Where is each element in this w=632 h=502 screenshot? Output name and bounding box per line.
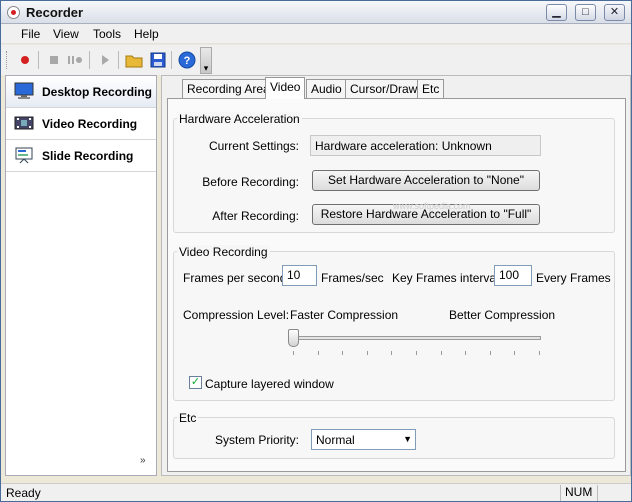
monitor-icon (14, 82, 34, 100)
system-priority-select[interactable]: Normal ▼ (311, 429, 416, 450)
keyframe-input[interactable]: 100 (494, 265, 532, 286)
toolbar-overflow-chevron-icon[interactable]: ▾ (200, 47, 212, 74)
maximize-button[interactable]: □ (575, 4, 596, 21)
save-icon[interactable] (149, 51, 167, 69)
after-recording-label: After Recording: (212, 209, 299, 223)
menu-file[interactable]: File (21, 27, 40, 41)
sidebar-item-label: Video Recording (42, 117, 138, 131)
title-bar: Recorder ▁ □ ✕ (1, 1, 631, 24)
video-recording-title: Video Recording (177, 245, 270, 259)
film-icon (14, 114, 34, 132)
sidebar-item-label: Slide Recording (42, 149, 134, 163)
etc-title: Etc (177, 411, 199, 425)
pause-icon[interactable] (65, 51, 83, 69)
tab-cursor-draw[interactable]: Cursor/Draw (345, 79, 423, 98)
toolbar-separator (89, 51, 90, 69)
slider-tick (391, 351, 393, 355)
close-button[interactable]: ✕ (604, 4, 625, 21)
current-settings-label: Current Settings: (208, 139, 299, 153)
set-acceleration-none-button[interactable]: Set Hardware Acceleration to "None" (312, 170, 540, 191)
open-folder-icon[interactable] (125, 51, 143, 69)
tab-video[interactable]: Video (265, 77, 306, 99)
status-bar: Ready NUM (1, 483, 631, 501)
window-title: Recorder (26, 5, 84, 20)
slider-tick (293, 351, 294, 355)
capture-layered-checkbox[interactable]: ✓ (189, 376, 202, 389)
sidebar-item-slide-recording[interactable]: Slide Recording (6, 140, 156, 172)
watermark: www.softpedia.com (393, 201, 471, 211)
slider-tick (440, 351, 442, 355)
sidebar-item-video-recording[interactable]: Video Recording (6, 108, 156, 140)
sidebar-item-label: Desktop Recording (42, 85, 153, 99)
record-icon[interactable] (16, 51, 34, 69)
better-compression-label: Better Compression (449, 308, 556, 322)
compression-level-label: Compression Level: (183, 308, 290, 322)
chevron-down-icon: ▼ (403, 434, 412, 444)
status-num: NUM (560, 485, 596, 501)
menu-tools[interactable]: Tools (93, 27, 121, 41)
app-record-icon (7, 6, 20, 19)
stop-icon[interactable] (45, 51, 63, 69)
slider-tick (489, 351, 491, 355)
tab-etc[interactable]: Etc (417, 79, 445, 98)
svg-text:?: ? (184, 55, 191, 67)
system-priority-label: System Priority: (214, 433, 299, 447)
compression-slider-thumb[interactable] (288, 329, 299, 347)
faster-compression-label: Faster Compression (290, 308, 399, 322)
menu-view[interactable]: View (53, 27, 79, 41)
toolbar-grip (6, 51, 9, 69)
toolbar-separator (171, 51, 172, 69)
slide-icon (14, 146, 34, 164)
slider-tick (514, 351, 516, 355)
capture-layered-label[interactable]: Capture layered window (205, 377, 334, 391)
keyframe-label: Key Frames interval: (392, 271, 503, 285)
fps-input[interactable]: 10 (282, 265, 317, 286)
compression-slider-track[interactable] (291, 336, 541, 340)
help-icon[interactable]: ? (178, 51, 196, 69)
app-window: Recorder ▁ □ ✕ File View Tools Help ? ▾ … (0, 0, 632, 502)
slider-tick (342, 351, 344, 355)
slider-tick (465, 351, 467, 355)
keyframe-unit: Every Frames (536, 271, 611, 285)
tab-recording-area[interactable]: Recording Area (182, 79, 275, 98)
status-text: Ready (6, 486, 41, 500)
toolbar-separator (118, 51, 119, 69)
fps-label: Frames per second: (183, 271, 290, 285)
slider-tick (539, 351, 540, 355)
slider-tick (317, 351, 319, 355)
status-pane-empty (597, 485, 630, 501)
toolbar-separator (38, 51, 39, 69)
menu-bar: File View Tools Help (1, 24, 631, 44)
slider-tick (366, 351, 368, 355)
tab-audio[interactable]: Audio (306, 79, 347, 98)
minimize-button[interactable]: ▁ (546, 4, 567, 21)
current-settings-value: Hardware acceleration: Unknown (310, 135, 541, 156)
menu-help[interactable]: Help (134, 27, 159, 41)
fps-unit: Frames/sec (321, 271, 384, 285)
sidebar: Desktop Recording Video Recording Slide … (5, 75, 157, 476)
sidebar-item-desktop-recording[interactable]: Desktop Recording (6, 76, 156, 108)
system-priority-value: Normal (316, 433, 355, 447)
hardware-acceleration-title: Hardware Acceleration (177, 112, 302, 126)
sidebar-more-chevron-icon[interactable]: » (140, 455, 146, 466)
toolbar: ? ▾ (1, 45, 631, 75)
slider-tick (416, 351, 417, 355)
before-recording-label: Before Recording: (202, 175, 299, 189)
play-icon[interactable] (96, 51, 114, 69)
